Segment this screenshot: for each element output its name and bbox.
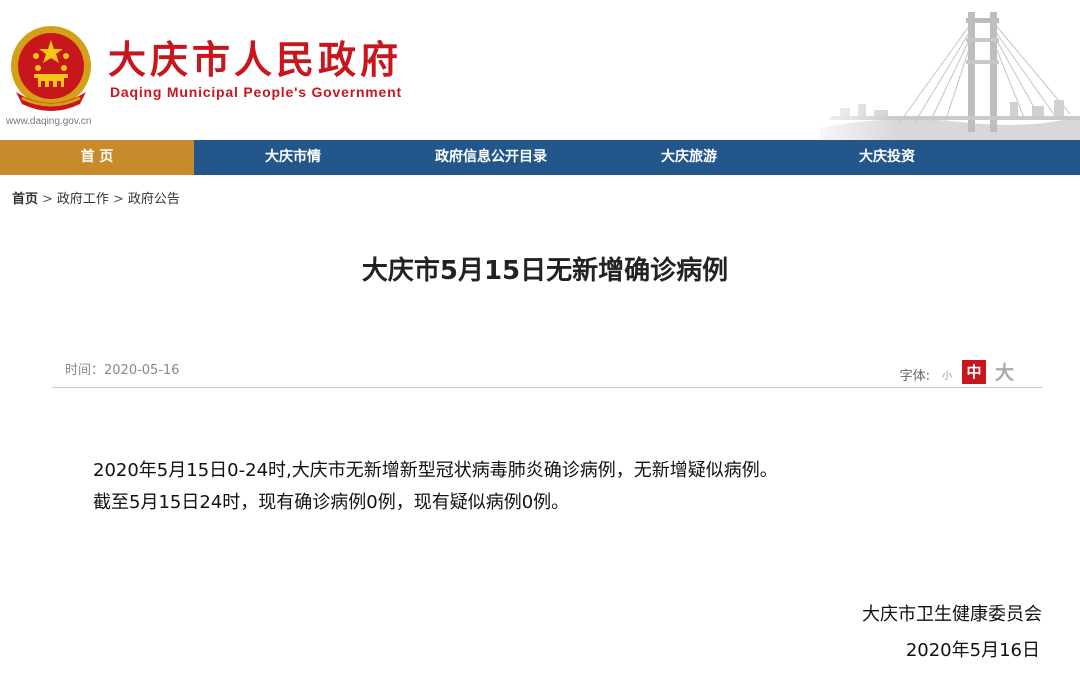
font-size-small-button[interactable]: 小 bbox=[942, 367, 952, 382]
breadcrumb-gov-work[interactable]: 政府工作 bbox=[57, 192, 109, 207]
breadcrumb-separator: > bbox=[42, 192, 53, 207]
signature-organization: 大庆市卫生健康委员会 bbox=[862, 604, 1042, 625]
breadcrumb-gov-notice[interactable]: 政府公告 bbox=[128, 192, 180, 207]
nav-home[interactable]: 首 页 bbox=[0, 140, 194, 175]
font-size-medium-button[interactable]: 中 bbox=[962, 360, 986, 384]
main-nav: 首 页 大庆市情 政府信息公开目录 大庆旅游 大庆投资 bbox=[0, 140, 1080, 175]
site-url: www.daqing.gov.cn bbox=[6, 116, 92, 127]
font-size-large-button[interactable]: 大 bbox=[995, 358, 1014, 385]
article-paragraph: 2020年5月15日0-24时,大庆市无新增新型冠状病毒肺炎确诊病例，无新增疑似… bbox=[93, 460, 778, 481]
nav-investment[interactable]: 大庆投资 bbox=[788, 140, 986, 175]
article-body: 2020年5月15日0-24时,大庆市无新增新型冠状病毒肺炎确诊病例，无新增疑似… bbox=[93, 455, 778, 519]
publish-date: 时间：2020-05-16 bbox=[65, 363, 180, 378]
signature-date: 2020年5月16日 bbox=[905, 640, 1040, 661]
site-name-cn[interactable]: 大庆市人民政府 bbox=[108, 36, 402, 84]
national-emblem-icon[interactable] bbox=[8, 22, 94, 114]
article-paragraph: 截至5月15日24时，现有确诊病例0例，现有疑似病例0例。 bbox=[93, 492, 570, 513]
bridge-illustration bbox=[800, 4, 1080, 140]
nav-tourism[interactable]: 大庆旅游 bbox=[590, 140, 788, 175]
breadcrumb-home[interactable]: 首页 bbox=[12, 192, 38, 207]
nav-city-info[interactable]: 大庆市情 bbox=[194, 140, 392, 175]
breadcrumb-separator: > bbox=[112, 192, 124, 207]
article-meta-bar: 时间：2020-05-16 字体: 小 中 大 bbox=[52, 352, 1042, 388]
nav-gov-info-disclosure[interactable]: 政府信息公开目录 bbox=[392, 140, 590, 175]
site-name-en: Daqing Municipal People's Government bbox=[110, 84, 402, 100]
breadcrumb: 首页 > 政府工作 > 政府公告 bbox=[12, 188, 180, 207]
font-size-label: 字体: bbox=[899, 369, 930, 384]
article-title: 大庆市5月15日无新增确诊病例 bbox=[361, 256, 729, 286]
site-header: 大庆市人民政府 Daqing Municipal People's Govern… bbox=[0, 0, 1080, 140]
